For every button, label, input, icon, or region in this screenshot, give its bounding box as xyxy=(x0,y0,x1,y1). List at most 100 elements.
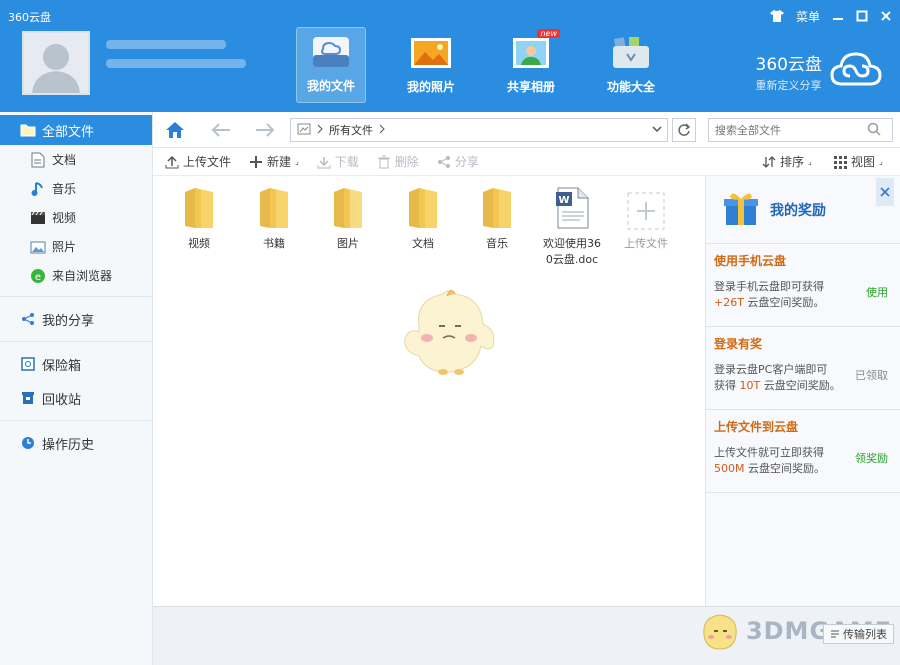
rewards-panel: 我的奖励 使用手机云盘 登录手机云盘即可获得 +26T 云盘空间奖励。 使用 登… xyxy=(705,176,900,606)
home-icon[interactable] xyxy=(163,118,187,142)
breadcrumb[interactable]: 所有文件 xyxy=(290,118,668,142)
shared-album-icon xyxy=(509,34,553,72)
safe-box-icon xyxy=(20,356,36,372)
recycle-bin-icon xyxy=(20,390,36,406)
sidebar-item-browser[interactable]: e 来自浏览器 xyxy=(0,261,152,290)
sidebar-item-recycle-bin[interactable]: 回收站 xyxy=(0,383,152,413)
reward-card-mobile: 使用手机云盘 登录手机云盘即可获得 +26T 云盘空间奖励。 使用 xyxy=(706,244,900,327)
sidebar-item-videos[interactable]: 视频 xyxy=(0,203,152,232)
history-icon xyxy=(20,435,36,451)
sort-button[interactable]: 排序 ⌟ xyxy=(762,153,812,170)
sort-icon xyxy=(762,155,776,168)
upload-button[interactable]: 上传文件 xyxy=(165,153,231,170)
delete-button[interactable]: 删除 xyxy=(377,153,419,170)
folder-icon xyxy=(402,184,444,230)
user-info xyxy=(106,40,246,78)
download-button[interactable]: 下载 xyxy=(317,153,359,170)
brand-name: 360云盘 xyxy=(755,55,822,75)
folder-icon xyxy=(20,122,36,138)
reward-use-button[interactable]: 使用 xyxy=(866,284,888,300)
search-icon[interactable] xyxy=(867,122,881,139)
transfer-list-button[interactable]: 传输列表 xyxy=(823,624,894,644)
status-bar: 3DMGAME 传输列表 xyxy=(153,606,900,665)
toolbar: 上传文件 新建 ⌟ 下载 删除 分享 排序 ⌟ 视图 ⌟ xyxy=(153,148,900,176)
sidebar-item-music[interactable]: 音乐 xyxy=(0,174,152,203)
forward-arrow-icon[interactable] xyxy=(253,118,277,142)
file-item-books[interactable]: 书籍 xyxy=(244,184,304,252)
main-nav: 我的文件 我的照片 new 共享相册 功能大全 xyxy=(296,27,666,103)
cloud-box-icon xyxy=(309,33,353,71)
sidebar-item-history[interactable]: 操作历史 xyxy=(0,428,152,458)
new-button[interactable]: 新建 ⌟ xyxy=(249,153,299,170)
chevron-right-icon xyxy=(379,123,385,137)
rewards-title: 我的奖励 xyxy=(770,202,826,219)
menu-button[interactable]: 菜单 xyxy=(796,6,820,26)
rewards-header: 我的奖励 xyxy=(706,176,900,244)
file-item-music[interactable]: 音乐 xyxy=(467,184,527,252)
plus-box-icon xyxy=(625,184,667,230)
back-arrow-icon[interactable] xyxy=(209,118,233,142)
close-icon xyxy=(880,187,890,197)
upload-icon xyxy=(165,155,179,168)
folder-icon xyxy=(476,184,518,230)
close-icon[interactable] xyxy=(880,6,892,26)
sidebar-item-my-share[interactable]: 我的分享 xyxy=(0,304,152,334)
mascot-illustration xyxy=(397,286,501,381)
file-item-pictures[interactable]: 图片 xyxy=(318,184,378,252)
reward-card-login: 登录有奖 登录云盘PC客户端即可 获得 10T 云盘空间奖励。 已领取 xyxy=(706,327,900,410)
brand-slogan: 重新定义分享 xyxy=(755,79,822,92)
cloud-logo-icon xyxy=(830,50,882,93)
tab-features[interactable]: 功能大全 xyxy=(596,27,666,103)
breadcrumb-item-all-files[interactable]: 所有文件 xyxy=(329,122,373,138)
view-button[interactable]: 视图 ⌟ xyxy=(833,153,883,170)
file-item-welcome-doc[interactable]: W 欢迎使用360云盘.doc xyxy=(542,184,602,268)
reward-card-upload: 上传文件到云盘 上传文件就可立即获得 500M 云盘空间奖励。 领奖励 xyxy=(706,410,900,493)
gift-icon xyxy=(722,189,760,230)
download-icon xyxy=(317,156,331,168)
toolbox-icon xyxy=(609,34,653,72)
sidebar-item-all-files[interactable]: 全部文件 xyxy=(0,115,152,145)
maximize-icon[interactable] xyxy=(856,6,868,26)
file-item-documents[interactable]: 文档 xyxy=(393,184,453,252)
svg-text:e: e xyxy=(35,272,41,283)
new-badge: new xyxy=(537,29,560,38)
share-button[interactable]: 分享 xyxy=(437,153,479,170)
word-doc-icon: W xyxy=(551,184,593,230)
avatar[interactable] xyxy=(22,31,90,95)
grid-view-icon xyxy=(834,155,847,169)
reward-claimed-label: 已领取 xyxy=(855,369,888,382)
plus-icon xyxy=(250,155,263,168)
minimize-icon[interactable] xyxy=(832,6,844,26)
photo-icon xyxy=(409,34,453,72)
music-icon xyxy=(30,181,46,197)
drive-icon xyxy=(297,123,311,138)
window-controls: 菜单 xyxy=(769,6,892,26)
share-icon xyxy=(437,155,450,168)
share-icon xyxy=(20,311,36,327)
dropdown-arrow-icon: ⌟ xyxy=(879,157,883,166)
dropdown-arrow-icon: ⌟ xyxy=(295,157,299,166)
file-list: 视频 书籍 图片 文档 音乐 W 欢迎使用360云盘.doc 上传文件 xyxy=(153,176,705,606)
tab-my-files[interactable]: 我的文件 xyxy=(296,27,366,103)
search-input[interactable] xyxy=(708,118,893,142)
app-title: 360云盘 xyxy=(8,11,51,24)
transfer-icon xyxy=(831,630,839,638)
tab-shared-album[interactable]: new 共享相册 xyxy=(496,27,566,103)
upload-file-tile[interactable]: 上传文件 xyxy=(616,184,676,252)
chevron-down-icon[interactable] xyxy=(651,123,663,138)
skin-icon[interactable] xyxy=(769,6,784,26)
sidebar-item-safe-box[interactable]: 保险箱 xyxy=(0,349,152,379)
refresh-button[interactable] xyxy=(672,118,696,142)
refresh-icon xyxy=(678,123,691,136)
title-bar: 360云盘 菜单 我的文件 我的照片 new 共享相册 功能大全 360云盘 重… xyxy=(0,0,900,112)
sidebar: 全部文件 文档 音乐 视频 照片 e 来自浏览器 我的分享 保险箱 回收站 操作… xyxy=(0,112,153,665)
video-icon xyxy=(30,210,46,226)
tab-my-photos[interactable]: 我的照片 xyxy=(396,27,466,103)
username-blurred xyxy=(106,40,226,49)
folder-with-files-icon xyxy=(327,184,369,230)
reward-claim-button[interactable]: 领奖励 xyxy=(855,450,888,466)
sidebar-item-documents[interactable]: 文档 xyxy=(0,145,152,174)
rewards-close-button[interactable] xyxy=(876,178,894,206)
file-item-videos[interactable]: 视频 xyxy=(169,184,229,252)
sidebar-item-photos[interactable]: 照片 xyxy=(0,232,152,261)
